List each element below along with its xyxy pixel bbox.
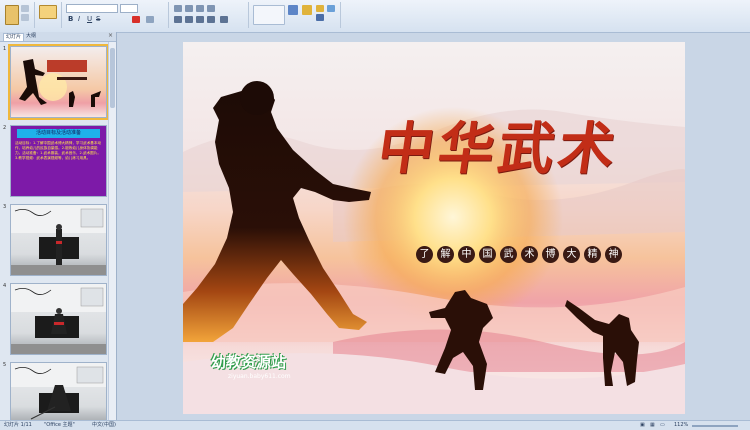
subtitle-char: 大: [563, 246, 580, 263]
slide-thumbnail-3[interactable]: [10, 204, 107, 276]
subtitle-chips[interactable]: 了 解 中 国 武 术 博 大 精 神: [416, 246, 622, 263]
shapes-gallery-icon[interactable]: [253, 5, 285, 25]
subtitle-char: 博: [542, 246, 559, 263]
slide-thumbnail-3-art: [11, 205, 106, 275]
slide2-body: 活动目标：1.了解中国武术博大精神，学习武术基本动作，培养幼儿的民族自豪感。2.…: [15, 141, 102, 160]
watermark-logo: 幼教资源站: [211, 353, 287, 371]
cut-icon[interactable]: [21, 5, 29, 12]
slide-thumbnail-4-art: [11, 284, 106, 354]
slide-number-2: 2: [3, 125, 7, 131]
slide2-heading: 活动目标及活动准备: [17, 129, 100, 138]
pane-scrollbar[interactable]: [108, 42, 116, 420]
align-center-icon[interactable]: [185, 16, 193, 23]
quick-styles-icon[interactable]: [302, 5, 312, 15]
slide-thumbnail-5-art: [11, 363, 106, 420]
slide-number-3: 3: [3, 204, 7, 210]
slide-thumbnail-2[interactable]: 活动目标及活动准备 活动目标：1.了解中国武术博大精神，学习武术基本动作，培养幼…: [10, 125, 107, 197]
subtitle-char: 精: [584, 246, 601, 263]
bold-icon[interactable]: B: [68, 15, 73, 23]
font-color-icon[interactable]: [132, 16, 140, 23]
watermark-url: ziyuan.baby611.com: [228, 373, 291, 380]
font-family-dropdown[interactable]: [66, 4, 118, 13]
columns-icon[interactable]: [220, 16, 228, 23]
close-icon[interactable]: ×: [108, 32, 113, 39]
subtitle-char: 术: [521, 246, 538, 263]
slide-thumbnail-5[interactable]: [10, 362, 107, 426]
text-shadow-icon[interactable]: [146, 16, 154, 23]
slide-number-5: 5: [3, 362, 7, 368]
shape-effects-icon[interactable]: [327, 5, 335, 12]
bullets-icon[interactable]: [174, 5, 182, 12]
new-slide-icon[interactable]: [39, 5, 57, 19]
tab-slides[interactable]: 幻灯片: [3, 33, 25, 41]
slide-number-4: 4: [3, 283, 7, 289]
ribbon-group-slides: [36, 2, 62, 28]
ribbon-group-clipboard: [2, 2, 35, 28]
slide-number-1: 1: [3, 46, 7, 52]
subtitle-char: 了: [416, 246, 433, 263]
font-size-dropdown[interactable]: [120, 4, 138, 13]
subtitle-char: 武: [500, 246, 517, 263]
ribbon-group-paragraph: [170, 2, 249, 28]
subtitle-char: 国: [479, 246, 496, 263]
slide-canvas[interactable]: 中华武术 了 解 中 国 武 术 博 大 精 神 幼教资源站 ziyuan.ba…: [183, 42, 685, 414]
align-right-icon[interactable]: [196, 16, 204, 23]
tab-outline[interactable]: 大纲: [24, 33, 38, 40]
slide-thumbnail-1-art: [19, 59, 101, 107]
subtitle-char: 解: [437, 246, 454, 263]
slide-title[interactable]: 中华武术: [373, 104, 624, 185]
ribbon-group-drawing: [250, 2, 341, 28]
numbering-icon[interactable]: [185, 5, 193, 12]
paste-icon[interactable]: [5, 5, 19, 25]
subtitle-char: 中: [458, 246, 475, 263]
shape-outline-icon[interactable]: [316, 14, 324, 21]
copy-icon[interactable]: [21, 14, 29, 21]
justify-icon[interactable]: [207, 16, 215, 23]
pane-scroll-thumb[interactable]: [110, 48, 115, 108]
pane-tabs: 幻灯片 大纲 ×: [0, 32, 116, 42]
strikethrough-icon[interactable]: S: [96, 15, 100, 23]
zoom-slider[interactable]: [692, 425, 738, 427]
underline-icon[interactable]: U: [87, 15, 92, 23]
align-left-icon[interactable]: [174, 16, 182, 23]
ribbon-toolbar: B I U S: [0, 0, 750, 33]
slide-thumbnail-1[interactable]: [8, 44, 109, 120]
italic-icon[interactable]: I: [78, 15, 80, 23]
indent-icon[interactable]: [196, 5, 204, 12]
ribbon-group-font: B I U S: [62, 2, 169, 28]
arrange-icon[interactable]: [288, 5, 298, 15]
line-spacing-icon[interactable]: [207, 5, 215, 12]
subtitle-char: 神: [605, 246, 622, 263]
slides-pane: 幻灯片 大纲 × 1 2 活动目标及活动准备 活动目标：1.了解中国武术博大精神…: [0, 32, 117, 426]
shape-fill-icon[interactable]: [316, 5, 324, 12]
slide-thumbnail-4[interactable]: [10, 283, 107, 355]
